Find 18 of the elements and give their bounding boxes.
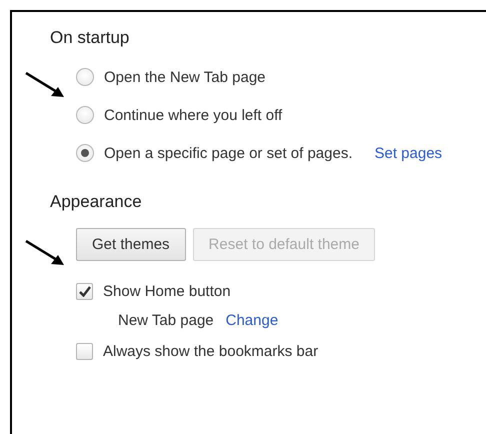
arrow-icon <box>25 72 65 98</box>
option-label: Continue where you left off <box>104 106 282 124</box>
section-title: Appearance <box>50 192 143 212</box>
radio-button[interactable] <box>76 144 94 162</box>
checkbox[interactable] <box>76 343 93 360</box>
set-pages-link[interactable]: Set pages <box>374 144 442 162</box>
section-title: On startup <box>50 28 130 48</box>
option-label: Open a specific page or set of pages. <box>104 144 352 162</box>
change-link[interactable]: Change <box>226 312 278 329</box>
checkbox[interactable] <box>76 283 93 300</box>
checkbox-label: Always show the bookmarks bar <box>103 343 318 360</box>
arrow-icon <box>25 240 65 266</box>
checkbox-label: Show Home button <box>103 283 231 300</box>
radio-button[interactable] <box>76 106 94 124</box>
option-label: Open the New Tab page <box>104 68 266 86</box>
theme-button[interactable]: Get themes <box>76 228 186 261</box>
radio-button[interactable] <box>76 68 94 86</box>
home-page-label: New Tab page <box>118 312 214 329</box>
